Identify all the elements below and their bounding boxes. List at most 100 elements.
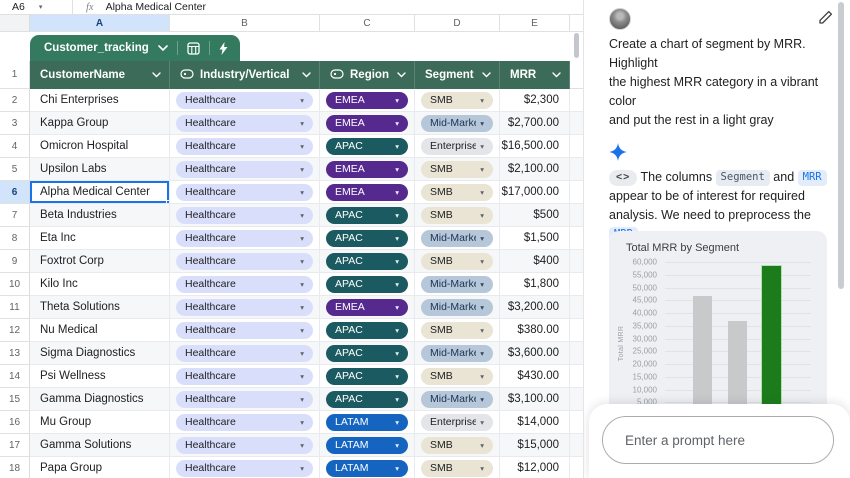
select-all-corner[interactable] (0, 15, 30, 31)
industry-pill[interactable]: Healthcare ▾ (176, 344, 313, 362)
cell-mrr[interactable]: $430.00 (500, 365, 570, 388)
dropdown-caret-icon[interactable]: ▾ (391, 372, 399, 381)
dropdown-caret-icon[interactable]: ▾ (296, 326, 304, 335)
cell-segment[interactable]: SMB ▾ (415, 181, 500, 204)
dropdown-caret-icon[interactable]: ▾ (391, 280, 399, 289)
row-number-15[interactable]: 15 (0, 388, 30, 411)
cell-customer-name[interactable]: Omicron Hospital (30, 135, 170, 158)
segment-pill[interactable]: SMB ▾ (421, 321, 493, 339)
industry-pill[interactable]: Healthcare ▾ (176, 390, 313, 408)
cell-customer-name[interactable]: Alpha Medical Center (30, 181, 170, 204)
dropdown-caret-icon[interactable]: ▾ (296, 418, 304, 427)
cell-segment[interactable]: Mid-Market▾ (415, 342, 500, 365)
cell-customer-name[interactable]: Gamma Diagnostics (30, 388, 170, 411)
cell-industry[interactable]: Healthcare ▾ (170, 273, 320, 296)
cell-segment[interactable]: Mid-Market▾ (415, 273, 500, 296)
column-letter-B[interactable]: B (170, 15, 320, 31)
dropdown-caret-icon[interactable]: ▾ (391, 464, 399, 473)
cell-region[interactable]: APAC ▾ (320, 250, 415, 273)
column-letter-E[interactable]: E (500, 15, 570, 31)
cell-customer-name[interactable]: Gamma Solutions (30, 434, 170, 457)
cell-customer-name[interactable]: Sigma Diagnostics (30, 342, 170, 365)
cell-region[interactable]: APAC ▾ (320, 319, 415, 342)
segment-pill[interactable]: SMB ▾ (421, 367, 493, 385)
region-pill[interactable]: EMEA ▾ (326, 183, 408, 201)
dropdown-caret-icon[interactable]: ▾ (296, 119, 304, 128)
dropdown-caret-icon[interactable]: ▾ (391, 441, 399, 450)
dropdown-caret-icon[interactable]: ▾ (476, 211, 484, 220)
cell-customer-name[interactable]: Kappa Group (30, 112, 170, 135)
cell-customer-name[interactable]: Kilo Inc (30, 273, 170, 296)
cell-customer-name[interactable]: Eta Inc (30, 227, 170, 250)
dropdown-caret-icon[interactable]: ▾ (476, 142, 484, 151)
cell-segment[interactable]: SMB ▾ (415, 457, 500, 478)
dropdown-caret-icon[interactable]: ▾ (476, 280, 484, 289)
data-table-icon[interactable] (187, 41, 200, 55)
segment-pill[interactable]: SMB ▾ (421, 91, 493, 109)
dropdown-caret-icon[interactable]: ▾ (296, 188, 304, 197)
row-number-5[interactable]: 5 (0, 158, 30, 181)
dropdown-caret-icon[interactable]: ▾ (391, 165, 399, 174)
cell-region[interactable]: APAC ▾ (320, 342, 415, 365)
cell-region[interactable]: EMEA ▾ (320, 89, 415, 112)
cell-industry[interactable]: Healthcare ▾ (170, 411, 320, 434)
sheet-tab-customer-tracking[interactable]: Customer_tracking (30, 35, 240, 61)
dropdown-caret-icon[interactable]: ▾ (296, 234, 304, 243)
region-pill[interactable]: APAC ▾ (326, 344, 408, 362)
cell-segment[interactable]: SMB ▾ (415, 365, 500, 388)
cell-customer-name[interactable]: Psi Wellness (30, 365, 170, 388)
dropdown-caret-icon[interactable]: ▾ (391, 188, 399, 197)
region-pill[interactable]: EMEA ▾ (326, 298, 408, 316)
cell-customer-name[interactable]: Mu Group (30, 411, 170, 434)
cell-segment[interactable]: SMB ▾ (415, 434, 500, 457)
header-sort-caret-icon[interactable] (152, 69, 161, 81)
cell-industry[interactable]: Healthcare ▾ (170, 158, 320, 181)
row-number-12[interactable]: 12 (0, 319, 30, 342)
industry-pill[interactable]: Healthcare ▾ (176, 114, 313, 132)
prompt-input[interactable] (602, 416, 834, 464)
cell-segment[interactable]: Enterprise ▾ (415, 135, 500, 158)
row-number-16[interactable]: 16 (0, 411, 30, 434)
cell-industry[interactable]: Healthcare ▾ (170, 204, 320, 227)
code-toggle-chip[interactable]: <> (609, 170, 638, 186)
segment-pill[interactable]: Mid-Market▾ (421, 114, 493, 132)
header-cell-region[interactable]: Region (320, 61, 415, 89)
segment-pill[interactable]: Mid-Market▾ (421, 344, 493, 362)
dropdown-caret-icon[interactable]: ▾ (476, 372, 484, 381)
dropdown-caret-icon[interactable]: ▾ (391, 349, 399, 358)
dropdown-caret-icon[interactable]: ▾ (476, 464, 484, 473)
dropdown-caret-icon[interactable]: ▾ (476, 418, 484, 427)
dropdown-caret-icon[interactable]: ▾ (296, 96, 304, 105)
dropdown-caret-icon[interactable]: ▾ (296, 142, 304, 151)
cell-mrr[interactable]: $16,500.00 (500, 135, 570, 158)
dropdown-caret-icon[interactable]: ▾ (296, 349, 304, 358)
industry-pill[interactable]: Healthcare ▾ (176, 183, 313, 201)
dropdown-caret-icon[interactable]: ▾ (476, 257, 484, 266)
dropdown-caret-icon[interactable]: ▾ (296, 280, 304, 289)
dropdown-caret-icon[interactable]: ▾ (391, 119, 399, 128)
dropdown-caret-icon[interactable]: ▾ (296, 395, 304, 404)
segment-pill[interactable]: Mid-Market▾ (421, 275, 493, 293)
row-number-8[interactable]: 8 (0, 227, 30, 250)
segment-pill[interactable]: SMB ▾ (421, 160, 493, 178)
region-pill[interactable]: APAC ▾ (326, 367, 408, 385)
edit-pencil-icon[interactable] (818, 10, 833, 30)
dropdown-caret-icon[interactable]: ▾ (296, 441, 304, 450)
cell-customer-name[interactable]: Nu Medical (30, 319, 170, 342)
cell-industry[interactable]: Healthcare ▾ (170, 365, 320, 388)
dropdown-caret-icon[interactable]: ▾ (296, 372, 304, 381)
cell-industry[interactable]: Healthcare ▾ (170, 250, 320, 273)
segment-pill[interactable]: SMB ▾ (421, 183, 493, 201)
dropdown-caret-icon[interactable]: ▾ (391, 96, 399, 105)
cell-mrr[interactable]: $2,100.00 (500, 158, 570, 181)
dropdown-caret-icon[interactable]: ▾ (391, 211, 399, 220)
cell-industry[interactable]: Healthcare ▾ (170, 434, 320, 457)
name-box[interactable]: A6 ▾ (0, 1, 62, 13)
row-number-11[interactable]: 11 (0, 296, 30, 319)
cell-mrr[interactable]: $500 (500, 204, 570, 227)
dropdown-caret-icon[interactable]: ▾ (391, 234, 399, 243)
cell-mrr[interactable]: $380.00 (500, 319, 570, 342)
cell-region[interactable]: LATAM ▾ (320, 411, 415, 434)
cell-industry[interactable]: Healthcare ▾ (170, 457, 320, 478)
row-number-4[interactable]: 4 (0, 135, 30, 158)
